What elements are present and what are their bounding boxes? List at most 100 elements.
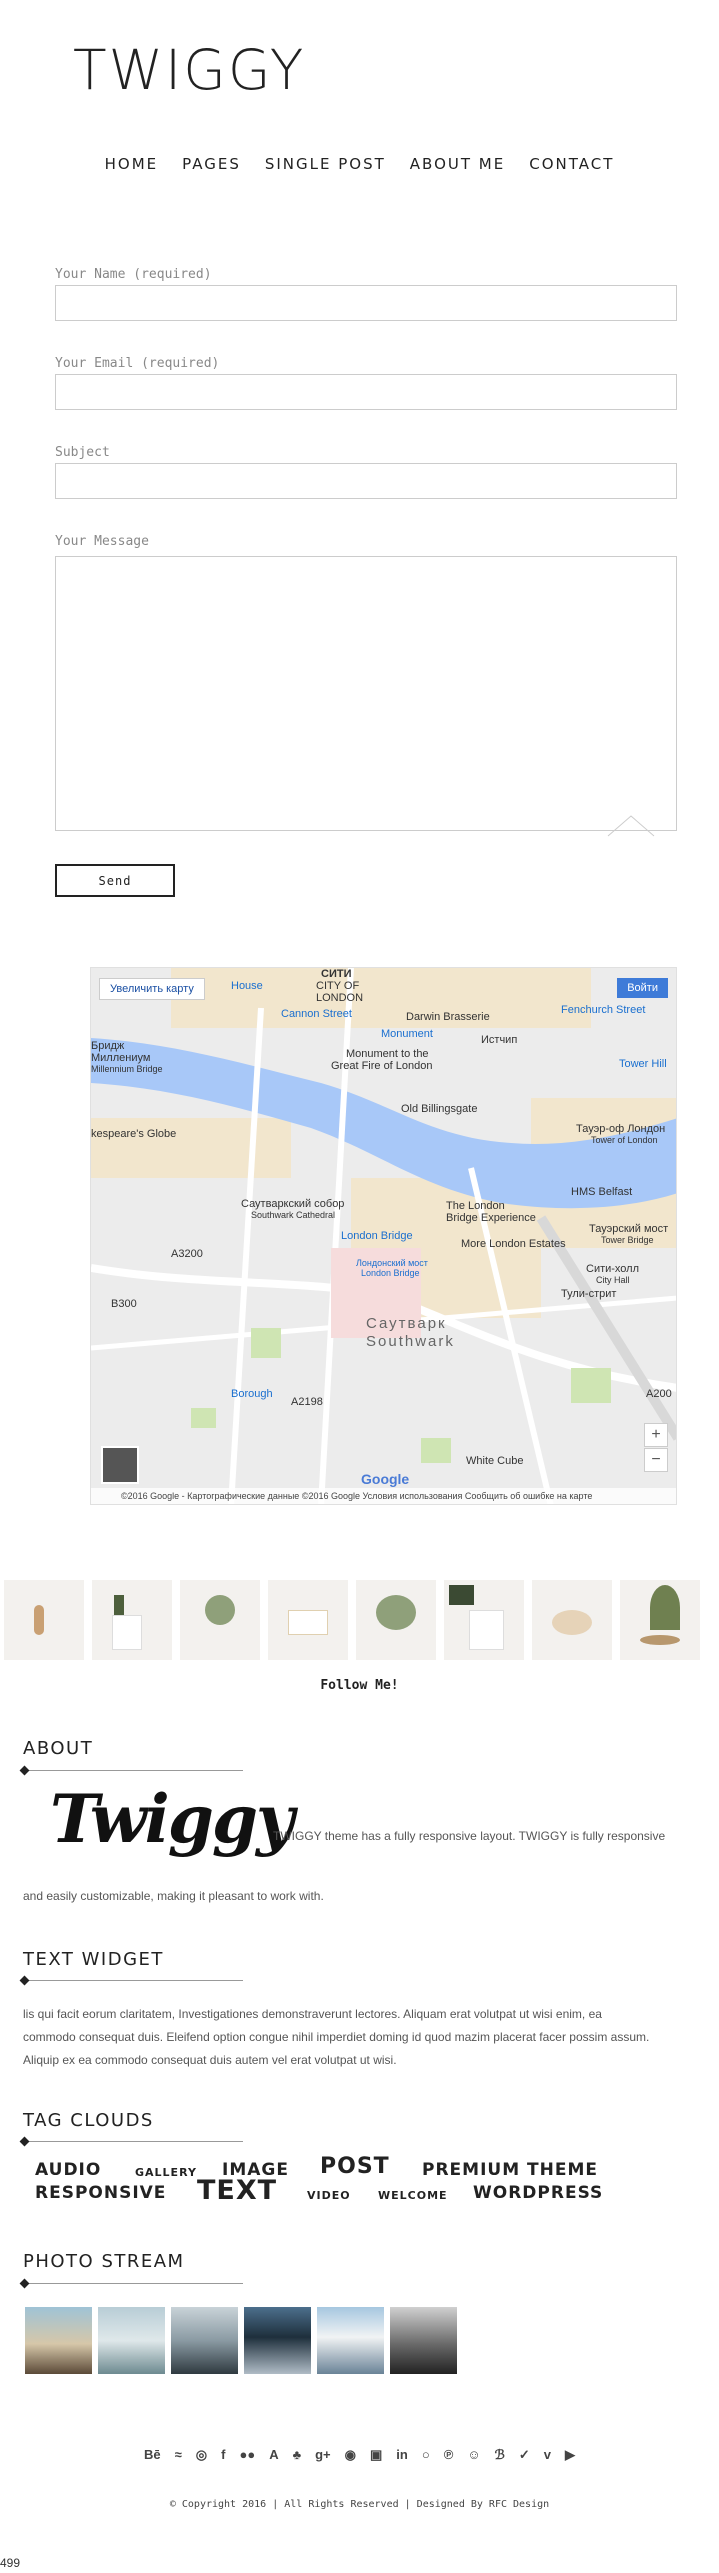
map-label: Southwark bbox=[366, 1333, 455, 1350]
pinterest-icon[interactable]: ℗ bbox=[444, 2447, 454, 2463]
foursquare-icon[interactable]: A bbox=[269, 2447, 278, 2463]
google-plus-icon[interactable]: g+ bbox=[315, 2447, 331, 2463]
map-label: A2198 bbox=[291, 1396, 323, 1408]
tag-link[interactable]: WORDPRESS bbox=[473, 2183, 603, 2203]
name-field[interactable] bbox=[55, 285, 677, 321]
flickr-icon[interactable]: ●● bbox=[239, 2447, 255, 2463]
stumbleupon-icon[interactable]: ℬ bbox=[495, 2447, 505, 2463]
nav-contact[interactable]: CONTACT bbox=[529, 155, 614, 173]
dribbble-icon[interactable]: ◎ bbox=[196, 2447, 207, 2463]
text-widget-line: Aliquip ex ea commodo consequat duis aut… bbox=[23, 2053, 397, 2067]
site-title[interactable]: TWIGGY bbox=[73, 38, 305, 102]
map-label: Бридж bbox=[91, 1040, 125, 1052]
send-button[interactable]: Send bbox=[55, 864, 175, 897]
instagram-photo[interactable] bbox=[532, 1580, 612, 1660]
map-label: HMS Belfast bbox=[571, 1186, 633, 1198]
instagram-photo[interactable] bbox=[356, 1580, 436, 1660]
copyright: © Copyright 2016 | All Rights Reserved |… bbox=[169, 2499, 550, 2510]
photo-stream-item[interactable] bbox=[390, 2307, 457, 2374]
instagram-photo[interactable] bbox=[620, 1580, 700, 1660]
photo-stream-item[interactable] bbox=[25, 2307, 92, 2374]
map-label: London Bridge bbox=[361, 1268, 420, 1278]
text-widget-title: TEXT WIDGET bbox=[23, 1949, 164, 1970]
about-text-line: TWIGGY theme has a fully responsive layo… bbox=[273, 1829, 666, 1843]
lastfm-icon[interactable]: ▣ bbox=[370, 2447, 382, 2463]
diamond-icon bbox=[19, 1765, 30, 1776]
map-label: LONDON bbox=[316, 992, 364, 1004]
vimeo-icon[interactable]: v bbox=[544, 2447, 551, 2463]
tag-link[interactable]: GALLERY bbox=[135, 2166, 197, 2179]
map-label: London Bridge bbox=[341, 1230, 413, 1242]
diamond-icon bbox=[19, 2278, 30, 2289]
photo-stream-item[interactable] bbox=[244, 2307, 311, 2374]
instagram-photo[interactable] bbox=[4, 1580, 84, 1660]
reddit-icon[interactable]: ☺ bbox=[467, 2447, 480, 2463]
github-icon[interactable]: ♣ bbox=[293, 2447, 302, 2463]
nav-about-me[interactable]: ABOUT ME bbox=[410, 155, 505, 173]
about-text-line: and easily customizable, making it pleas… bbox=[23, 1889, 324, 1903]
map-label: Тауэрский мост bbox=[589, 1223, 669, 1235]
map-label: Tower Hill bbox=[619, 1058, 667, 1070]
google-logo: Google bbox=[361, 1471, 410, 1487]
map-label: B300 bbox=[111, 1298, 137, 1310]
instagram-photo[interactable] bbox=[268, 1580, 348, 1660]
tag-link[interactable]: PREMIUM THEME bbox=[422, 2160, 598, 2180]
message-field[interactable] bbox=[55, 556, 677, 837]
zoom-in-button[interactable]: + bbox=[644, 1423, 668, 1447]
map-label: Саутваркский собор bbox=[241, 1198, 345, 1210]
tag-link[interactable]: POST bbox=[320, 2154, 390, 2179]
tag-clouds-title: TAG CLOUDS bbox=[23, 2110, 154, 2131]
zoom-out-button[interactable]: − bbox=[644, 1448, 668, 1472]
instagram-photo[interactable] bbox=[92, 1580, 172, 1660]
nav-single-post[interactable]: SINGLE POST bbox=[265, 155, 386, 173]
follow-me-heading[interactable]: Follow Me! bbox=[0, 1678, 719, 1693]
twitter-icon[interactable]: ✓ bbox=[519, 2447, 530, 2463]
twiggy-logo: Twiggy bbox=[50, 1780, 294, 1858]
map-label: Great Fire of London bbox=[331, 1060, 433, 1072]
title-divider bbox=[23, 1770, 243, 1771]
map-signin-button[interactable]: Войти bbox=[617, 978, 668, 998]
map-label: Тули-стрит bbox=[561, 1288, 617, 1300]
email-field[interactable] bbox=[55, 374, 677, 410]
map-label: Tower of London bbox=[591, 1135, 658, 1145]
map-label: House bbox=[231, 980, 263, 992]
social-links: Bē ≈ ◎ f ●● A ♣ g+ ◉ ▣ in ○ ℗ ☺ ℬ ✓ v ▶ bbox=[0, 2447, 719, 2463]
opera-icon[interactable]: ○ bbox=[422, 2447, 430, 2463]
behance-icon[interactable]: Bē bbox=[144, 2447, 161, 2463]
deviantart-icon[interactable]: ≈ bbox=[175, 2447, 182, 2463]
tag-link[interactable]: AUDIO bbox=[35, 2160, 101, 2180]
map-label: A200 bbox=[646, 1388, 672, 1400]
linkedin-icon[interactable]: in bbox=[396, 2447, 408, 2463]
instagram-photo[interactable] bbox=[444, 1580, 524, 1660]
tag-link[interactable]: WELCOME bbox=[378, 2189, 448, 2202]
tag-link[interactable]: TEXT bbox=[197, 2175, 277, 2206]
facebook-icon[interactable]: f bbox=[221, 2447, 225, 2463]
photo-stream bbox=[25, 2307, 457, 2374]
photo-stream-item[interactable] bbox=[98, 2307, 165, 2374]
map-label: The London bbox=[446, 1200, 505, 1212]
photo-stream-item[interactable] bbox=[317, 2307, 384, 2374]
youtube-icon[interactable]: ▶ bbox=[565, 2447, 575, 2463]
enlarge-map-button[interactable]: Увеличить карту bbox=[99, 978, 205, 1000]
tag-link[interactable]: VIDEO bbox=[307, 2189, 351, 2202]
map-footer: ©2016 Google - Картографические данные ©… bbox=[91, 1488, 676, 1504]
instagram-strip bbox=[0, 1580, 719, 1660]
title-divider bbox=[23, 2283, 243, 2284]
map-label: Monument bbox=[381, 1028, 433, 1040]
tag-link[interactable]: RESPONSIVE bbox=[35, 2183, 166, 2203]
photo-stream-item[interactable] bbox=[171, 2307, 238, 2374]
instagram-photo[interactable] bbox=[180, 1580, 260, 1660]
title-divider bbox=[23, 2141, 243, 2142]
diamond-icon bbox=[19, 1975, 30, 1986]
instagram-icon[interactable]: ◉ bbox=[345, 2447, 356, 2463]
subject-field[interactable] bbox=[55, 463, 677, 499]
text-widget-line: lis qui facit eorum claritatem, Investig… bbox=[23, 2007, 602, 2021]
nav-home[interactable]: HOME bbox=[105, 155, 159, 173]
photo-stream-title: PHOTO STREAM bbox=[23, 2251, 185, 2272]
google-map[interactable]: Увеличить карту Войти СИТИ CITY OF LONDO… bbox=[90, 967, 677, 1505]
satellite-toggle[interactable] bbox=[101, 1446, 139, 1484]
map-label: Лондонский мост bbox=[356, 1258, 428, 1268]
diamond-icon bbox=[19, 2136, 30, 2147]
nav-pages[interactable]: PAGES bbox=[182, 155, 241, 173]
map-label: More London Estates bbox=[461, 1238, 566, 1250]
